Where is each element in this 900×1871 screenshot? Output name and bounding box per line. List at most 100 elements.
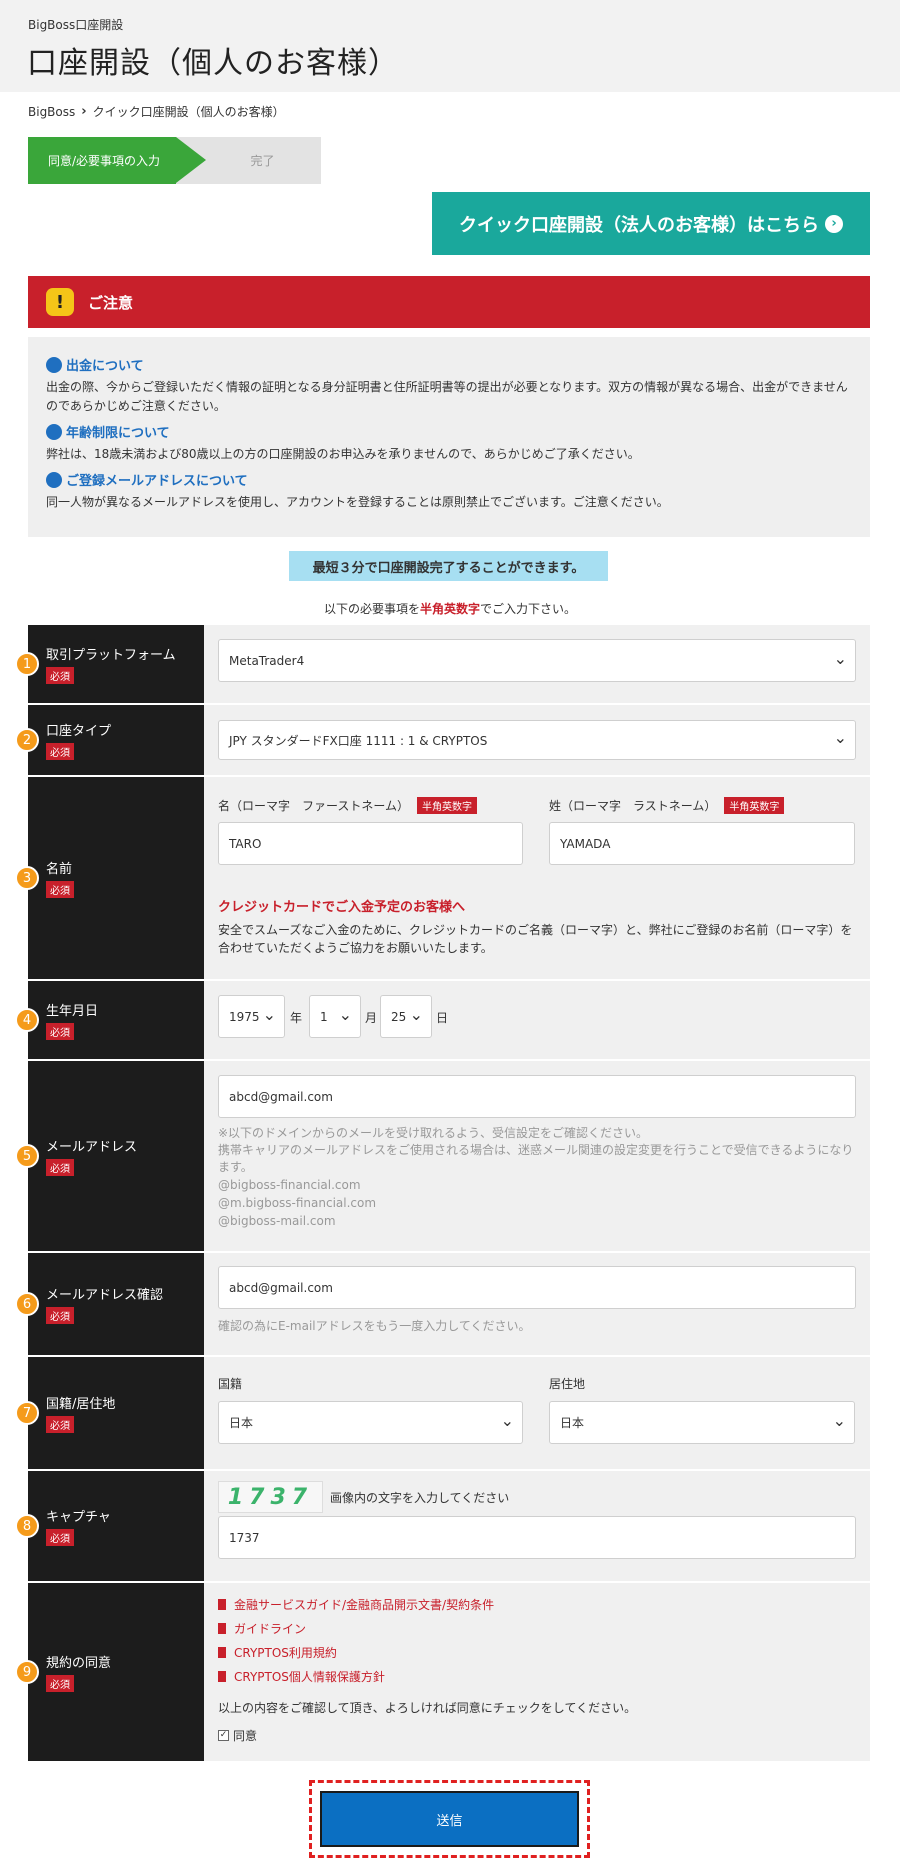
email-label-cell: 5 メールアドレス 必須	[15, 1061, 204, 1251]
required-badge: 必須	[46, 1159, 74, 1176]
step-number-badge: 8	[15, 1514, 39, 1538]
step-number-badge: 2	[15, 728, 39, 752]
half-width-tag: 半角英数字	[724, 797, 785, 814]
breadcrumb-current: クイック口座開設（個人のお客様）	[92, 105, 285, 119]
name-label: 名前	[46, 862, 73, 877]
pdf-icon	[218, 1599, 226, 1610]
agree-checkbox[interactable]: ✓	[218, 1730, 229, 1741]
nationality-field-label: 国籍	[218, 1377, 243, 1391]
residence-field-label: 居住地	[549, 1377, 586, 1391]
corporate-account-button[interactable]: クイック口座開設（法人のお客様）はこちら ›	[432, 192, 870, 255]
step-number-badge: 7	[15, 1401, 39, 1425]
agree-checkbox-row[interactable]: ✓ 同意	[218, 1727, 257, 1744]
agree-label: 同意	[233, 1729, 258, 1743]
notice-header: ! ご注意	[28, 276, 870, 328]
notice-heading: ご登録メールアドレスについて	[46, 470, 852, 489]
terms-value-cell: 金融サービスガイド/金融商品開示文書/契約条件 ガイドライン CRYPTOS利用…	[204, 1583, 870, 1761]
email-confirm-label: メールアドレス確認	[46, 1288, 164, 1303]
platform-label-cell: 1 取引プラットフォーム 必須	[15, 625, 204, 703]
header-subtitle: BigBoss口座開設	[28, 18, 124, 32]
captcha-instruction: 画像内の文字を入力してください	[330, 1491, 510, 1505]
email-label: メールアドレス	[46, 1140, 138, 1155]
breadcrumb-home[interactable]: BigBoss	[28, 105, 75, 119]
account-type-select[interactable]: JPY スタンダードFX口座 1111 : 1 & CRYPTOS	[218, 720, 856, 760]
email-confirm-row: 6 メールアドレス確認 必須 abcd@gmail.com 確認の為にE-mai…	[15, 1253, 870, 1355]
pdf-icon	[218, 1623, 226, 1634]
breadcrumb: BigBoss › クイック口座開設（個人のお客様）	[28, 103, 285, 120]
terms-confirm-text: 以上の内容をご確認して頂き、よろしければ同意にチェックをしてください。	[218, 1701, 637, 1715]
credit-card-heading: クレジットカードでご入金予定のお客様へ	[218, 900, 466, 915]
email-domain: @m.bigboss-financial.com	[218, 1196, 377, 1210]
progress-steps: 同意/必要事項の入力 完了	[28, 137, 321, 184]
notice-text: 同一人物が異なるメールアドレスを使用し、アカウントを登録することは原則禁止でござ…	[46, 495, 669, 509]
birth-month-select[interactable]: 1	[309, 995, 361, 1038]
email-domain: @bigboss-mail.com	[218, 1214, 336, 1228]
email-confirm-input[interactable]: abcd@gmail.com	[218, 1266, 856, 1309]
nationality-label-cell: 7 国籍/居住地 必須	[15, 1357, 204, 1469]
required-badge: 必須	[46, 1307, 74, 1324]
terms-link[interactable]: CRYPTOS個人情報保護方針	[218, 1668, 385, 1685]
bullet-icon	[46, 423, 62, 440]
step-arrow	[176, 137, 206, 183]
terms-link[interactable]: 金融サービスガイド/金融商品開示文書/契約条件	[218, 1596, 494, 1613]
email-confirm-hint: 確認の為にE-mailアドレスをもう一度入力してください。	[218, 1319, 531, 1333]
notice-text: 出金の際、今からご登録いただく情報の証明となる身分証明書と住所証明書等の提出が必…	[46, 380, 848, 413]
step-number-badge: 9	[15, 1660, 39, 1684]
input-instruction: 以下の必要事項を半角英数字でご入力下さい。	[323, 602, 577, 616]
required-badge: 必須	[46, 1023, 74, 1040]
required-badge: 必須	[46, 743, 74, 760]
step-input: 同意/必要事項の入力	[28, 137, 176, 184]
email-hint-1: ※以下のドメインからのメールを受け取れるよう、受信設定をご確認ください。	[218, 1126, 649, 1140]
day-unit: 日	[436, 1011, 449, 1025]
warning-icon: !	[46, 288, 74, 316]
platform-label: 取引プラットフォーム	[46, 648, 176, 663]
captcha-input[interactable]: 1737	[218, 1516, 856, 1559]
birth-year-select[interactable]: 1975	[218, 995, 285, 1038]
email-input[interactable]: abcd@gmail.com	[218, 1075, 856, 1118]
first-name-input[interactable]: TARO	[218, 822, 523, 865]
captcha-label-cell: 8 キャプチャ 必須	[15, 1471, 204, 1581]
step-number-badge: 5	[15, 1144, 39, 1168]
email-value-cell: abcd@gmail.com ※以下のドメインからのメールを受け取れるよう、受信…	[204, 1061, 870, 1251]
terms-link[interactable]: CRYPTOS利用規約	[218, 1644, 337, 1661]
submit-button[interactable]: 送信	[320, 1791, 579, 1847]
platform-select[interactable]: MetaTrader4	[218, 639, 856, 682]
month-unit: 月	[365, 1011, 378, 1025]
name-value-cell: 名（ローマ字 ファーストネーム） 半角英数字 TARO 姓（ローマ字 ラストネーム…	[204, 777, 870, 979]
email-hint-2: 携帯キャリアのメールアドレスをご使用される場合は、迷惑メール関連の設定変更を行う…	[218, 1143, 854, 1174]
required-badge: 必須	[46, 1416, 74, 1433]
bullet-icon	[46, 471, 62, 488]
notice-body: 出金について 出金の際、今からご登録いただく情報の証明となる身分証明書と住所証明…	[28, 337, 870, 537]
first-name-label: 名（ローマ字 ファーストネーム） 半角英数字	[218, 797, 478, 814]
last-name-input[interactable]: YAMADA	[549, 822, 855, 865]
email-domain: @bigboss-financial.com	[218, 1178, 361, 1192]
email-row: 5 メールアドレス 必須 abcd@gmail.com ※以下のドメインからのメ…	[15, 1061, 870, 1251]
notice-text: 弊社は、18歳未満および80歳以上の方の口座開設のお申込みを承りませんので、あら…	[46, 447, 640, 461]
page-header: BigBoss口座開設 口座開設（個人のお客様）	[0, 0, 900, 92]
birthday-row: 4 生年月日 必須 1975 年 1 月 25 日	[15, 981, 870, 1059]
captcha-value-cell: 1737 画像内の文字を入力してください 1737	[204, 1471, 870, 1581]
terms-label: 規約の同意	[46, 1656, 112, 1671]
pdf-icon	[218, 1647, 226, 1658]
platform-row: 1 取引プラットフォーム 必須 MetaTrader4	[15, 625, 870, 703]
required-badge: 必須	[46, 1675, 74, 1692]
name-label-cell: 3 名前 必須	[15, 777, 204, 979]
half-width-tag: 半角英数字	[417, 797, 478, 814]
step-number-badge: 4	[15, 1008, 39, 1032]
year-unit: 年	[290, 1011, 303, 1025]
residence-select[interactable]: 日本	[549, 1401, 855, 1444]
nationality-select[interactable]: 日本	[218, 1401, 523, 1444]
chevron-right-icon: ›	[81, 104, 87, 119]
captcha-label: キャプチャ	[46, 1510, 111, 1525]
terms-link[interactable]: ガイドライン	[218, 1620, 306, 1637]
account-type-row: 2 口座タイプ 必須 JPY スタンダードFX口座 1111 : 1 & CRY…	[15, 705, 870, 775]
name-row: 3 名前 必須 名（ローマ字 ファーストネーム） 半角英数字 TARO 姓（ローマ…	[15, 777, 870, 979]
account-type-label: 口座タイプ	[46, 724, 112, 739]
email-confirm-label-cell: 6 メールアドレス確認 必須	[15, 1253, 204, 1355]
step-number-badge: 1	[15, 652, 39, 676]
birth-day-select[interactable]: 25	[380, 995, 432, 1038]
step-number-badge: 3	[15, 866, 39, 890]
terms-label-cell: 9 規約の同意 必須	[15, 1583, 204, 1761]
account-type-label-cell: 2 口座タイプ 必須	[15, 705, 204, 775]
corporate-account-label: クイック口座開設（法人のお客様）はこちら	[459, 214, 819, 236]
